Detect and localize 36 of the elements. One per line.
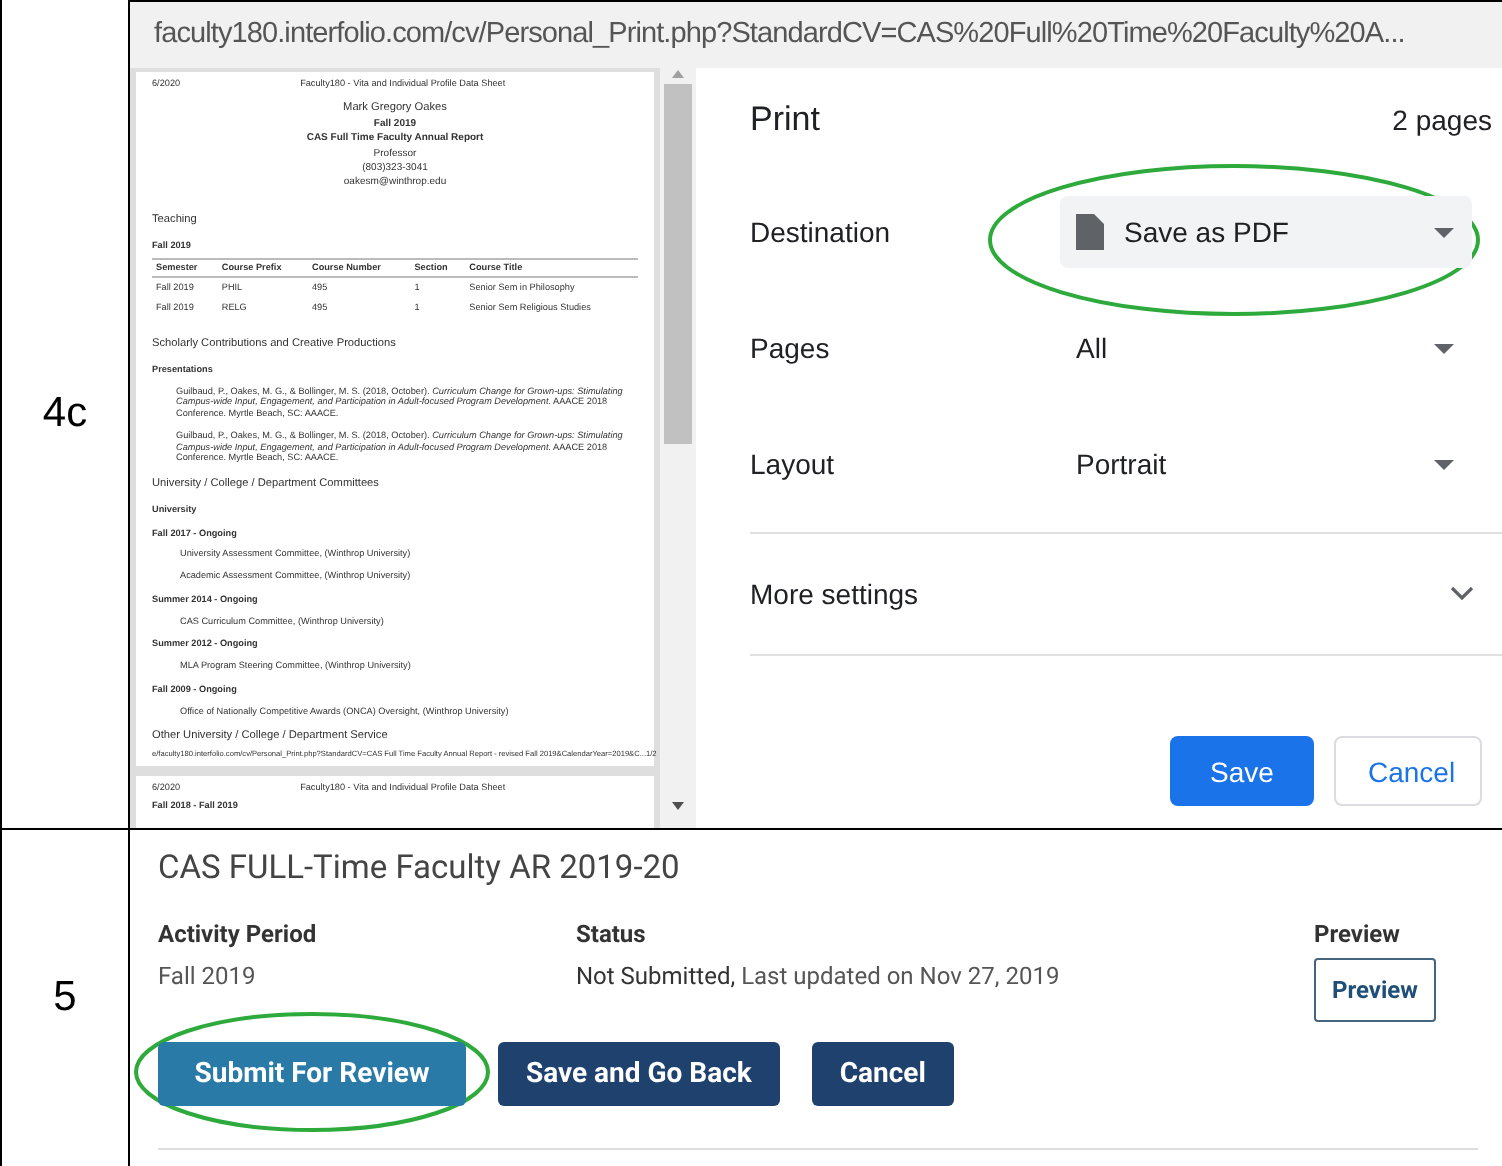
scrollbar-thumb[interactable]: [664, 84, 692, 444]
page-count: 2 pages: [1392, 104, 1492, 136]
save-and-go-back-button[interactable]: Save and Go Back: [498, 1042, 780, 1106]
destination-select[interactable]: Save as PDF: [1060, 196, 1472, 268]
cancel-button[interactable]: Cancel: [811, 1042, 954, 1106]
step-number: 5: [2, 830, 130, 1166]
chevron-down-icon: [1450, 586, 1474, 602]
select-value: Portrait: [1076, 448, 1169, 480]
submit-button[interactable]: Submit For Review: [158, 1042, 466, 1106]
dialog-title: Print: [750, 100, 820, 140]
cancel-button[interactable]: Cancel: [1334, 736, 1482, 806]
status-detail: Last updated on Nov 27, 2019: [741, 962, 1060, 990]
field-label: Preview: [1314, 920, 1400, 948]
more-settings-label: More settings: [750, 578, 919, 610]
setting-label: Destination: [750, 216, 893, 248]
select-value: All: [1076, 332, 1110, 364]
more-settings-row[interactable]: More settings: [750, 532, 1502, 656]
field-value: Fall 2019: [158, 962, 256, 990]
dropdown-caret-icon: [1432, 225, 1456, 239]
save-button[interactable]: Save: [1170, 736, 1314, 806]
setting-label: Layout: [750, 448, 837, 480]
select-value: Save as PDF: [1124, 216, 1291, 248]
field-label: Status: [576, 920, 646, 948]
setting-select[interactable]: Portrait: [1060, 428, 1472, 500]
scrollbar[interactable]: [660, 68, 696, 828]
field-label: Activity Period: [158, 920, 317, 948]
address-bar: faculty180.interfolio.com/cv/Personal_Print.php?StandardCV=CAS%20Full%20Time%20Faculty%20A...: [130, 0, 1502, 68]
setting-label: Pages: [750, 332, 832, 364]
dropdown-caret-icon: [1432, 457, 1456, 471]
form-title: CAS FULL-Time Faculty AR 2019-20: [158, 850, 682, 888]
preview-button[interactable]: Preview: [1314, 958, 1436, 1022]
status-value: Not Submitted,: [576, 962, 736, 990]
dropdown-caret-icon: [1432, 341, 1456, 355]
document-icon: [1076, 214, 1104, 250]
setting-select[interactable]: All: [1060, 312, 1472, 384]
scroll-down-icon: [670, 800, 686, 812]
